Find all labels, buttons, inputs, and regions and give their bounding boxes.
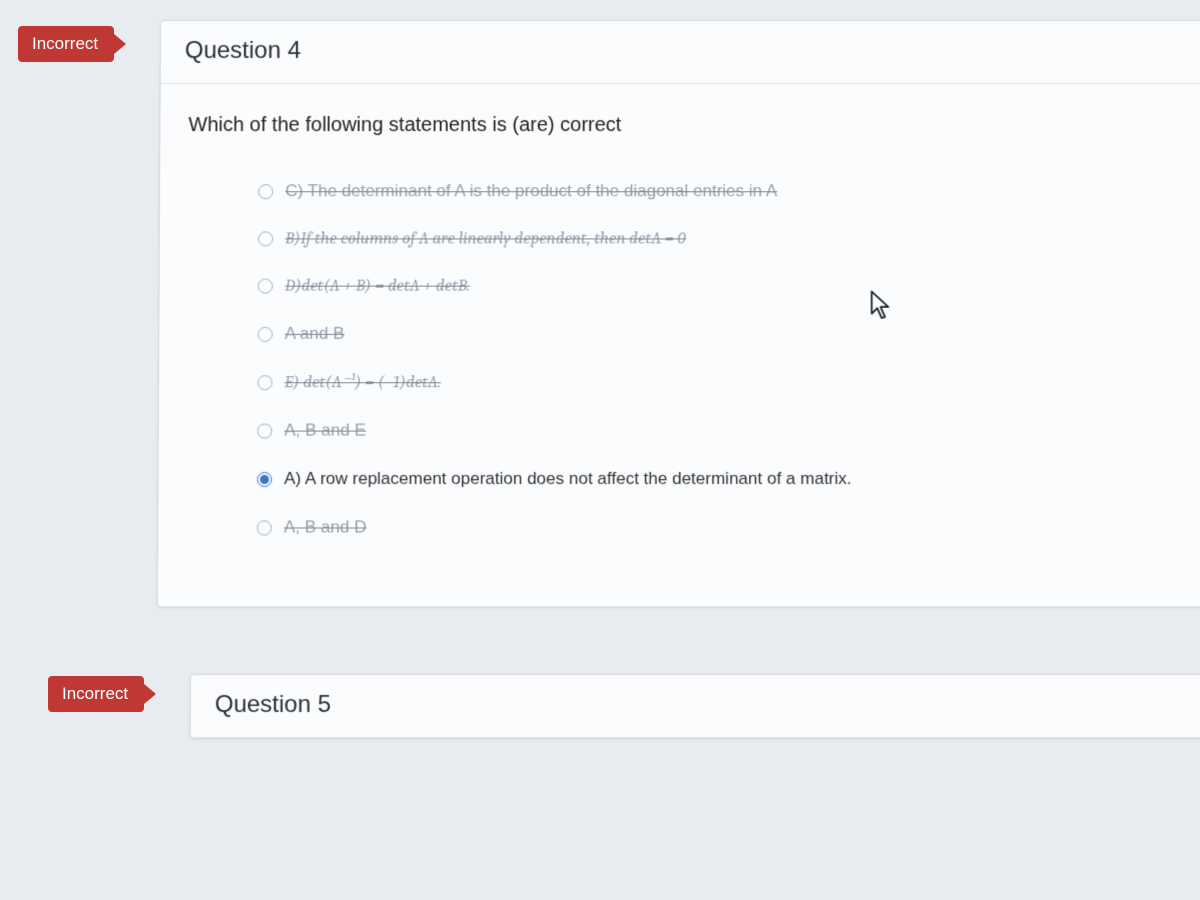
option-d[interactable]: D)det(A + B) = detA + detB. xyxy=(258,277,1200,296)
question-4-block: Incorrect Question 4 Which of the follow… xyxy=(0,20,1200,604)
radio-icon[interactable] xyxy=(257,471,272,486)
option-label: A, B and D xyxy=(284,517,367,537)
incorrect-badge: Incorrect xyxy=(18,26,114,62)
option-c[interactable]: C) The determinant of A is the product o… xyxy=(258,181,1200,201)
radio-icon[interactable] xyxy=(257,423,272,438)
option-a-and-b[interactable]: A and B xyxy=(258,324,1200,344)
question-card: Question 5 xyxy=(190,674,1200,739)
question-prompt: Which of the following statements is (ar… xyxy=(188,114,1200,137)
question-title: Question 5 xyxy=(215,691,331,718)
option-label: A) A row replacement operation does not … xyxy=(284,469,851,489)
radio-icon[interactable] xyxy=(258,326,273,341)
question-header: Question 4 xyxy=(161,21,1200,84)
radio-icon[interactable] xyxy=(257,520,272,535)
option-label: C) The determinant of A is the product o… xyxy=(285,181,777,201)
option-a-b-and-e[interactable]: A, B and E xyxy=(257,421,1200,441)
question-card: Question 4 Which of the following statem… xyxy=(157,20,1200,607)
option-label: E) det(A⁻¹) = (−1)detA. xyxy=(284,372,440,392)
option-a[interactable]: A) A row replacement operation does not … xyxy=(257,469,1200,489)
option-label: D)det(A + B) = detA + detB. xyxy=(285,277,470,296)
option-label: B)If the columns of A are linearly depen… xyxy=(285,229,686,248)
question-body: Which of the following statements is (ar… xyxy=(158,84,1200,606)
option-label: A, B and E xyxy=(284,421,366,441)
badge-text: Incorrect xyxy=(32,34,98,53)
option-e[interactable]: E) det(A⁻¹) = (−1)detA. xyxy=(257,372,1200,392)
radio-icon[interactable] xyxy=(258,184,273,199)
radio-icon[interactable] xyxy=(258,231,273,246)
options-list: C) The determinant of A is the product o… xyxy=(186,181,1200,537)
question-title: Question 4 xyxy=(185,37,301,64)
question-header: Question 5 xyxy=(191,675,1200,738)
radio-icon[interactable] xyxy=(257,375,272,390)
option-b[interactable]: B)If the columns of A are linearly depen… xyxy=(258,229,1200,248)
radio-icon[interactable] xyxy=(258,279,273,294)
option-a-b-and-d[interactable]: A, B and D xyxy=(257,517,1200,537)
option-label: A and B xyxy=(285,324,345,344)
cursor-icon xyxy=(869,289,891,321)
badge-text: Incorrect xyxy=(62,684,128,703)
incorrect-badge: Incorrect xyxy=(48,676,144,712)
question-5-block: Incorrect Question 5 xyxy=(0,674,1200,739)
